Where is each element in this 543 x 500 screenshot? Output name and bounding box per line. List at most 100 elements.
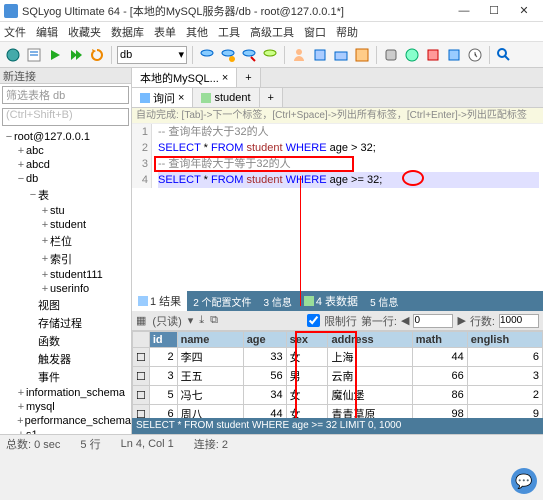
tool-icon[interactable] <box>332 46 350 64</box>
refresh-icon[interactable] <box>88 46 106 64</box>
tool-icon[interactable] <box>403 46 421 64</box>
tool-icon[interactable] <box>240 46 258 64</box>
sql-editor[interactable]: 1234 -- 查询年龄大于32的人 SELECT * FROM student… <box>132 124 543 204</box>
table-row[interactable]: ☐5冯七34女魔仙堡862 <box>133 386 543 405</box>
autocomplete-hint: 自动完成: [Tab]->下一个标签，[Ctrl+Space]->列出所有标签，… <box>132 108 543 124</box>
tree-node[interactable]: +student <box>0 218 131 232</box>
tool-icon[interactable] <box>219 46 237 64</box>
filter-hint: (Ctrl+Shift+B) <box>2 108 129 126</box>
db-selector[interactable]: db▾ <box>117 46 187 64</box>
tool-icon[interactable] <box>198 46 216 64</box>
execute-icon[interactable] <box>46 46 64 64</box>
execute-all-icon[interactable] <box>67 46 85 64</box>
tree-node[interactable]: 事件 <box>0 368 131 386</box>
limit-checkbox[interactable] <box>307 314 320 327</box>
col-header[interactable]: name <box>177 332 243 348</box>
tree-node[interactable]: +abcd <box>0 158 131 172</box>
new-tab-button[interactable]: + <box>260 88 283 107</box>
result-tab-3[interactable]: 3 信息 <box>258 292 298 311</box>
menu-tools[interactable]: 工具 <box>218 24 240 40</box>
statusbar: 总数: 0 sec 5 行 Ln 4, Col 1 连接: 2 <box>0 434 543 452</box>
table-row[interactable]: ☐3王五56男云南663 <box>133 367 543 386</box>
new-tab-button[interactable]: + <box>237 68 260 87</box>
close-button[interactable]: ✕ <box>509 1 539 21</box>
toolbar: db▾ <box>0 42 543 68</box>
col-header[interactable]: english <box>467 332 542 348</box>
table-row[interactable]: ☐6周八44女青青草原989 <box>133 405 543 419</box>
status-pos: Ln 4, Col 1 <box>121 438 174 450</box>
close-icon[interactable]: × <box>222 72 228 84</box>
menu-window[interactable]: 窗口 <box>304 24 326 40</box>
tree-node[interactable]: +student111 <box>0 268 131 282</box>
app-icon <box>4 4 18 18</box>
menu-adv[interactable]: 高级工具 <box>250 24 294 40</box>
export-icon[interactable]: ⤓ <box>199 314 204 327</box>
new-query-icon[interactable] <box>25 46 43 64</box>
tree-node[interactable]: 函数 <box>0 332 131 350</box>
sidebar-header: 新连接 <box>0 68 131 84</box>
menu-table[interactable]: 表单 <box>154 24 176 40</box>
tree-node[interactable]: +s1 <box>0 428 131 434</box>
connection-tabs: 本地的MySQL...× + <box>132 68 543 88</box>
query-tab[interactable]: 询问× <box>132 88 193 107</box>
menu-db[interactable]: 数据库 <box>111 24 144 40</box>
tree-node[interactable]: +stu <box>0 204 131 218</box>
result-tab-4[interactable]: 4 表数据 <box>298 291 364 311</box>
menu-help[interactable]: 帮助 <box>336 24 358 40</box>
table-row[interactable]: ☐2李四33女上海446 <box>133 348 543 367</box>
table-tab[interactable]: student <box>193 88 259 107</box>
tree-node[interactable]: +information_schema <box>0 386 131 400</box>
result-tab-2[interactable]: 2 个配置文件 <box>187 292 257 311</box>
grid-icon[interactable]: ▦ <box>136 314 146 327</box>
schedule-icon[interactable] <box>466 46 484 64</box>
col-header[interactable]: math <box>412 332 467 348</box>
tree-node[interactable]: +performance_schema <box>0 414 131 428</box>
tree-node[interactable]: −表 <box>0 186 131 204</box>
minimize-button[interactable]: — <box>449 1 479 21</box>
tree-node[interactable]: 触发器 <box>0 350 131 368</box>
copy-icon[interactable]: ⧉ <box>210 314 218 327</box>
status-total: 总数: 0 sec <box>6 436 60 452</box>
chat-button[interactable]: 💬 <box>511 468 537 494</box>
new-conn-icon[interactable] <box>4 46 22 64</box>
result-tab-5[interactable]: 5 信息 <box>364 292 404 311</box>
tool-icon[interactable] <box>382 46 400 64</box>
result-tab-1[interactable]: 1 结果 <box>132 291 187 311</box>
tool-icon[interactable] <box>424 46 442 64</box>
user-icon[interactable] <box>290 46 308 64</box>
menubar: 文件 编辑 收藏夹 数据库 表单 其他 工具 高级工具 窗口 帮助 <box>0 22 543 42</box>
row-count-input[interactable] <box>499 314 539 328</box>
col-header[interactable]: sex <box>286 332 328 348</box>
menu-edit[interactable]: 编辑 <box>36 24 58 40</box>
tool-icon[interactable] <box>311 46 329 64</box>
search-icon[interactable] <box>495 46 513 64</box>
first-row-input[interactable] <box>413 314 453 328</box>
tree-node[interactable]: +栏位 <box>0 232 131 250</box>
filter-input[interactable]: 筛选表格 db <box>2 86 129 104</box>
tree-node[interactable]: +userinfo <box>0 282 131 296</box>
tree-node[interactable]: −root@127.0.0.1 <box>0 130 131 144</box>
object-tree[interactable]: −root@127.0.0.1+abc+abcd−db−表+stu+studen… <box>0 128 131 434</box>
tree-node[interactable]: 存储过程 <box>0 314 131 332</box>
tool-icon[interactable] <box>445 46 463 64</box>
tree-node[interactable]: +abc <box>0 144 131 158</box>
result-grid[interactable]: idnameagesexaddressmathenglish☐2李四33女上海4… <box>132 331 543 418</box>
menu-file[interactable]: 文件 <box>4 24 26 40</box>
conn-tab[interactable]: 本地的MySQL...× <box>132 68 237 87</box>
tree-node[interactable]: +mysql <box>0 400 131 414</box>
tool-icon[interactable] <box>261 46 279 64</box>
tool-icon[interactable] <box>353 46 371 64</box>
menu-other[interactable]: 其他 <box>186 24 208 40</box>
status-rows: 5 行 <box>80 436 100 452</box>
col-header[interactable]: id <box>149 332 177 348</box>
tree-node[interactable]: −db <box>0 172 131 186</box>
menu-fav[interactable]: 收藏夹 <box>68 24 101 40</box>
col-header[interactable]: age <box>243 332 286 348</box>
tree-node[interactable]: 视图 <box>0 296 131 314</box>
query-status: SELECT * FROM student WHERE age >= 32 LI… <box>132 418 543 434</box>
maximize-button[interactable]: ☐ <box>479 1 509 21</box>
tree-node[interactable]: +索引 <box>0 250 131 268</box>
sidebar: 新连接 筛选表格 db (Ctrl+Shift+B) −root@127.0.0… <box>0 68 132 434</box>
col-header[interactable]: address <box>328 332 412 348</box>
result-toolbar: ▦ (只读) ▾⤓⧉ 限制行 第一行: ◀▶ 行数: <box>132 311 543 331</box>
